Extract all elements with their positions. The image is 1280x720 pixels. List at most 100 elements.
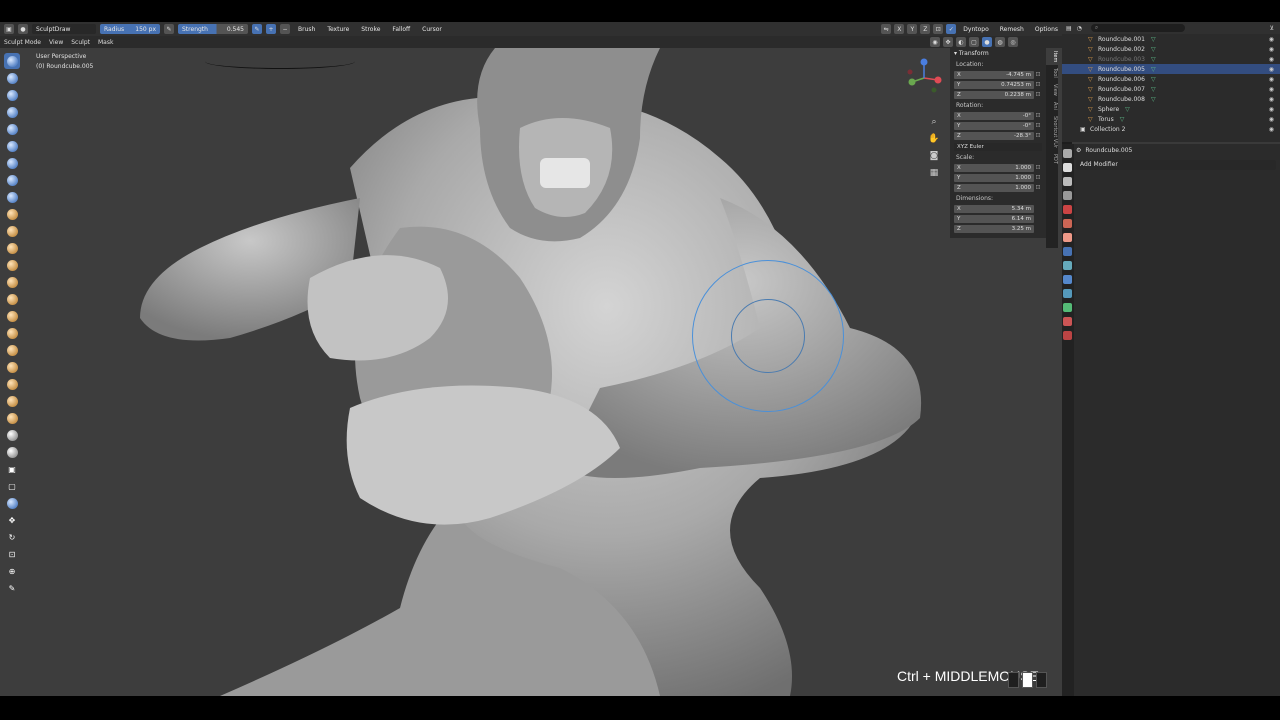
dyntopo-menu[interactable]: Dyntopo	[959, 24, 992, 34]
flatten-tool[interactable]	[4, 223, 20, 239]
tab-view[interactable]: View	[1046, 81, 1058, 99]
annotate-tool[interactable]: ✎	[4, 580, 20, 596]
3d-viewport[interactable]: User Perspective (0) Roundcube.005 ▣ ▢ ✥…	[0, 48, 1062, 696]
mask-menu[interactable]: Mask	[98, 39, 113, 46]
mirror-icon[interactable]: ⇋	[881, 24, 892, 34]
options-menu[interactable]: Options	[1031, 24, 1062, 34]
stroke-menu[interactable]: Stroke	[357, 24, 384, 34]
pinch-tool[interactable]	[4, 291, 20, 307]
tab-pdt[interactable]: PDT	[1046, 151, 1058, 167]
tab-ani[interactable]: Ani	[1046, 99, 1058, 113]
slide-relax-tool[interactable]	[4, 427, 20, 443]
lock-icon[interactable]: ⊡	[1034, 112, 1042, 119]
texture-tab-icon[interactable]	[1063, 331, 1072, 340]
mesh-data-icon[interactable]: ▽	[1120, 116, 1125, 123]
fill-tool[interactable]	[4, 240, 20, 256]
outliner-row[interactable]: ▽ Torus ▽ ◉	[1062, 114, 1280, 124]
elastic-deform-tool[interactable]	[4, 325, 20, 341]
location-z-field[interactable]: Z 0.2238 m	[954, 90, 1034, 99]
dyntopo-checkbox[interactable]: ✓	[946, 24, 957, 34]
blob-tool[interactable]	[4, 172, 20, 188]
strength-field[interactable]: Strength 0.545	[178, 24, 248, 34]
brush-name-field[interactable]: SculptDraw	[32, 24, 96, 34]
pressure-radius-icon[interactable]: ✎	[164, 24, 174, 34]
solid-shading-icon[interactable]: ●	[982, 37, 992, 47]
transform-panel-title[interactable]: ▾ Transform	[954, 50, 1042, 57]
grab-tool[interactable]	[4, 308, 20, 324]
brush-menu[interactable]: Brush	[294, 24, 319, 34]
mode-selector[interactable]: Sculpt Mode	[4, 39, 41, 46]
dimension-z-field[interactable]: Z 3.25 m	[954, 224, 1034, 233]
outliner-row[interactable]: ▽ Roundcube.008 ▽ ◉	[1062, 94, 1280, 104]
gizmo-icon[interactable]: ✥	[943, 37, 953, 47]
pressure-strength-icon[interactable]: ✎	[252, 24, 262, 34]
visibility-icon[interactable]: ◉	[930, 37, 940, 47]
outliner-row[interactable]: ▽ Roundcube.001 ▽ ◉	[1062, 34, 1280, 44]
rotate-transform-tool[interactable]: ↻	[4, 529, 20, 545]
tab-item[interactable]: Item	[1046, 48, 1058, 66]
lock-icon[interactable]: ⊡	[1034, 91, 1042, 98]
navigation-gizmo[interactable]	[904, 58, 944, 98]
visibility-eye-icon[interactable]: ◉	[1269, 76, 1274, 83]
rotation-mode-select[interactable]: XYZ Euler	[954, 143, 1042, 151]
mesh-data-icon[interactable]: ▽	[1151, 56, 1156, 63]
output-tab-icon[interactable]	[1063, 177, 1072, 186]
direction-subtract-icon[interactable]: −	[280, 24, 290, 34]
outliner-search-input[interactable]: ⌕	[1090, 24, 1185, 32]
rotate-tool[interactable]	[4, 410, 20, 426]
texture-menu[interactable]: Texture	[323, 24, 353, 34]
constraints-tab-icon[interactable]	[1063, 289, 1072, 298]
mesh-data-icon[interactable]: ▽	[1151, 46, 1156, 53]
scrape-tool[interactable]	[4, 257, 20, 273]
camera-icon[interactable]: ◙	[928, 150, 940, 162]
outliner-row[interactable]: ▽ Roundcube.003 ▽ ◉	[1062, 54, 1280, 64]
thumb-tool[interactable]	[4, 359, 20, 375]
clay-thumb-tool[interactable]	[4, 121, 20, 137]
add-modifier-dropdown[interactable]: Add Modifier	[1076, 160, 1276, 170]
remesh-menu[interactable]: Remesh	[996, 24, 1028, 34]
scale-z-field[interactable]: Z 1.000	[954, 183, 1034, 192]
lock-icon[interactable]: ⊡	[1034, 184, 1042, 191]
cursor-menu[interactable]: Cursor	[418, 24, 446, 34]
crease-tool[interactable]	[4, 189, 20, 205]
dimension-x-field[interactable]: X 5.34 m	[954, 204, 1034, 213]
rotation-y-field[interactable]: Y -0°	[954, 121, 1034, 130]
render-tab-icon[interactable]	[1063, 163, 1072, 172]
view-menu[interactable]: View	[49, 39, 63, 46]
material-tab-icon[interactable]	[1063, 317, 1072, 326]
clay-tool[interactable]	[4, 87, 20, 103]
render-shading-icon[interactable]: ◎	[1008, 37, 1018, 47]
visibility-eye-icon[interactable]: ◉	[1269, 36, 1274, 43]
overlay-icon[interactable]: ◐	[956, 37, 966, 47]
axis-z-toggle[interactable]: Z	[920, 24, 931, 34]
particles-tab-icon[interactable]	[1063, 261, 1072, 270]
smooth-tool[interactable]	[4, 206, 20, 222]
location-x-field[interactable]: X -4.745 m	[954, 70, 1034, 79]
mesh-data-icon[interactable]: ▽	[1151, 66, 1156, 73]
mesh-data-icon[interactable]: ▽	[1125, 106, 1130, 113]
radius-field[interactable]: Radius 150 px	[100, 24, 160, 34]
box-hide-tool[interactable]: ▢	[4, 478, 20, 494]
snake-hook-tool[interactable]	[4, 342, 20, 358]
lock-icon[interactable]: ⊡	[1034, 122, 1042, 129]
lock-icon[interactable]: ⊡	[1034, 81, 1042, 88]
scale-tool[interactable]: ⊡	[4, 546, 20, 562]
axis-y-toggle[interactable]: Y	[907, 24, 918, 34]
editor-type-icon[interactable]: ▣	[4, 24, 14, 34]
physics-tab-icon[interactable]	[1063, 275, 1072, 284]
outliner-row[interactable]: ▽ Roundcube.006 ▽ ◉	[1062, 74, 1280, 84]
data-tab-icon[interactable]	[1063, 303, 1072, 312]
box-mask-tool[interactable]: ▣	[4, 461, 20, 477]
draw-brush-tool[interactable]	[4, 53, 20, 69]
dimension-y-field[interactable]: Y 6.14 m	[954, 214, 1034, 223]
move-tool[interactable]: ✥	[4, 512, 20, 528]
falloff-menu[interactable]: Falloff	[388, 24, 414, 34]
modifier-wrench-icon[interactable]	[1063, 247, 1072, 256]
multiplane-scrape-tool[interactable]	[4, 274, 20, 290]
brush-preview-icon[interactable]: ●	[18, 24, 28, 34]
mesh-data-icon[interactable]: ▽	[1151, 86, 1156, 93]
visibility-eye-icon[interactable]: ◉	[1269, 86, 1274, 93]
mesh-data-icon[interactable]: ▽	[1151, 76, 1156, 83]
pan-hand-icon[interactable]: ✋	[928, 133, 940, 145]
scale-y-field[interactable]: Y 1.000	[954, 173, 1034, 182]
